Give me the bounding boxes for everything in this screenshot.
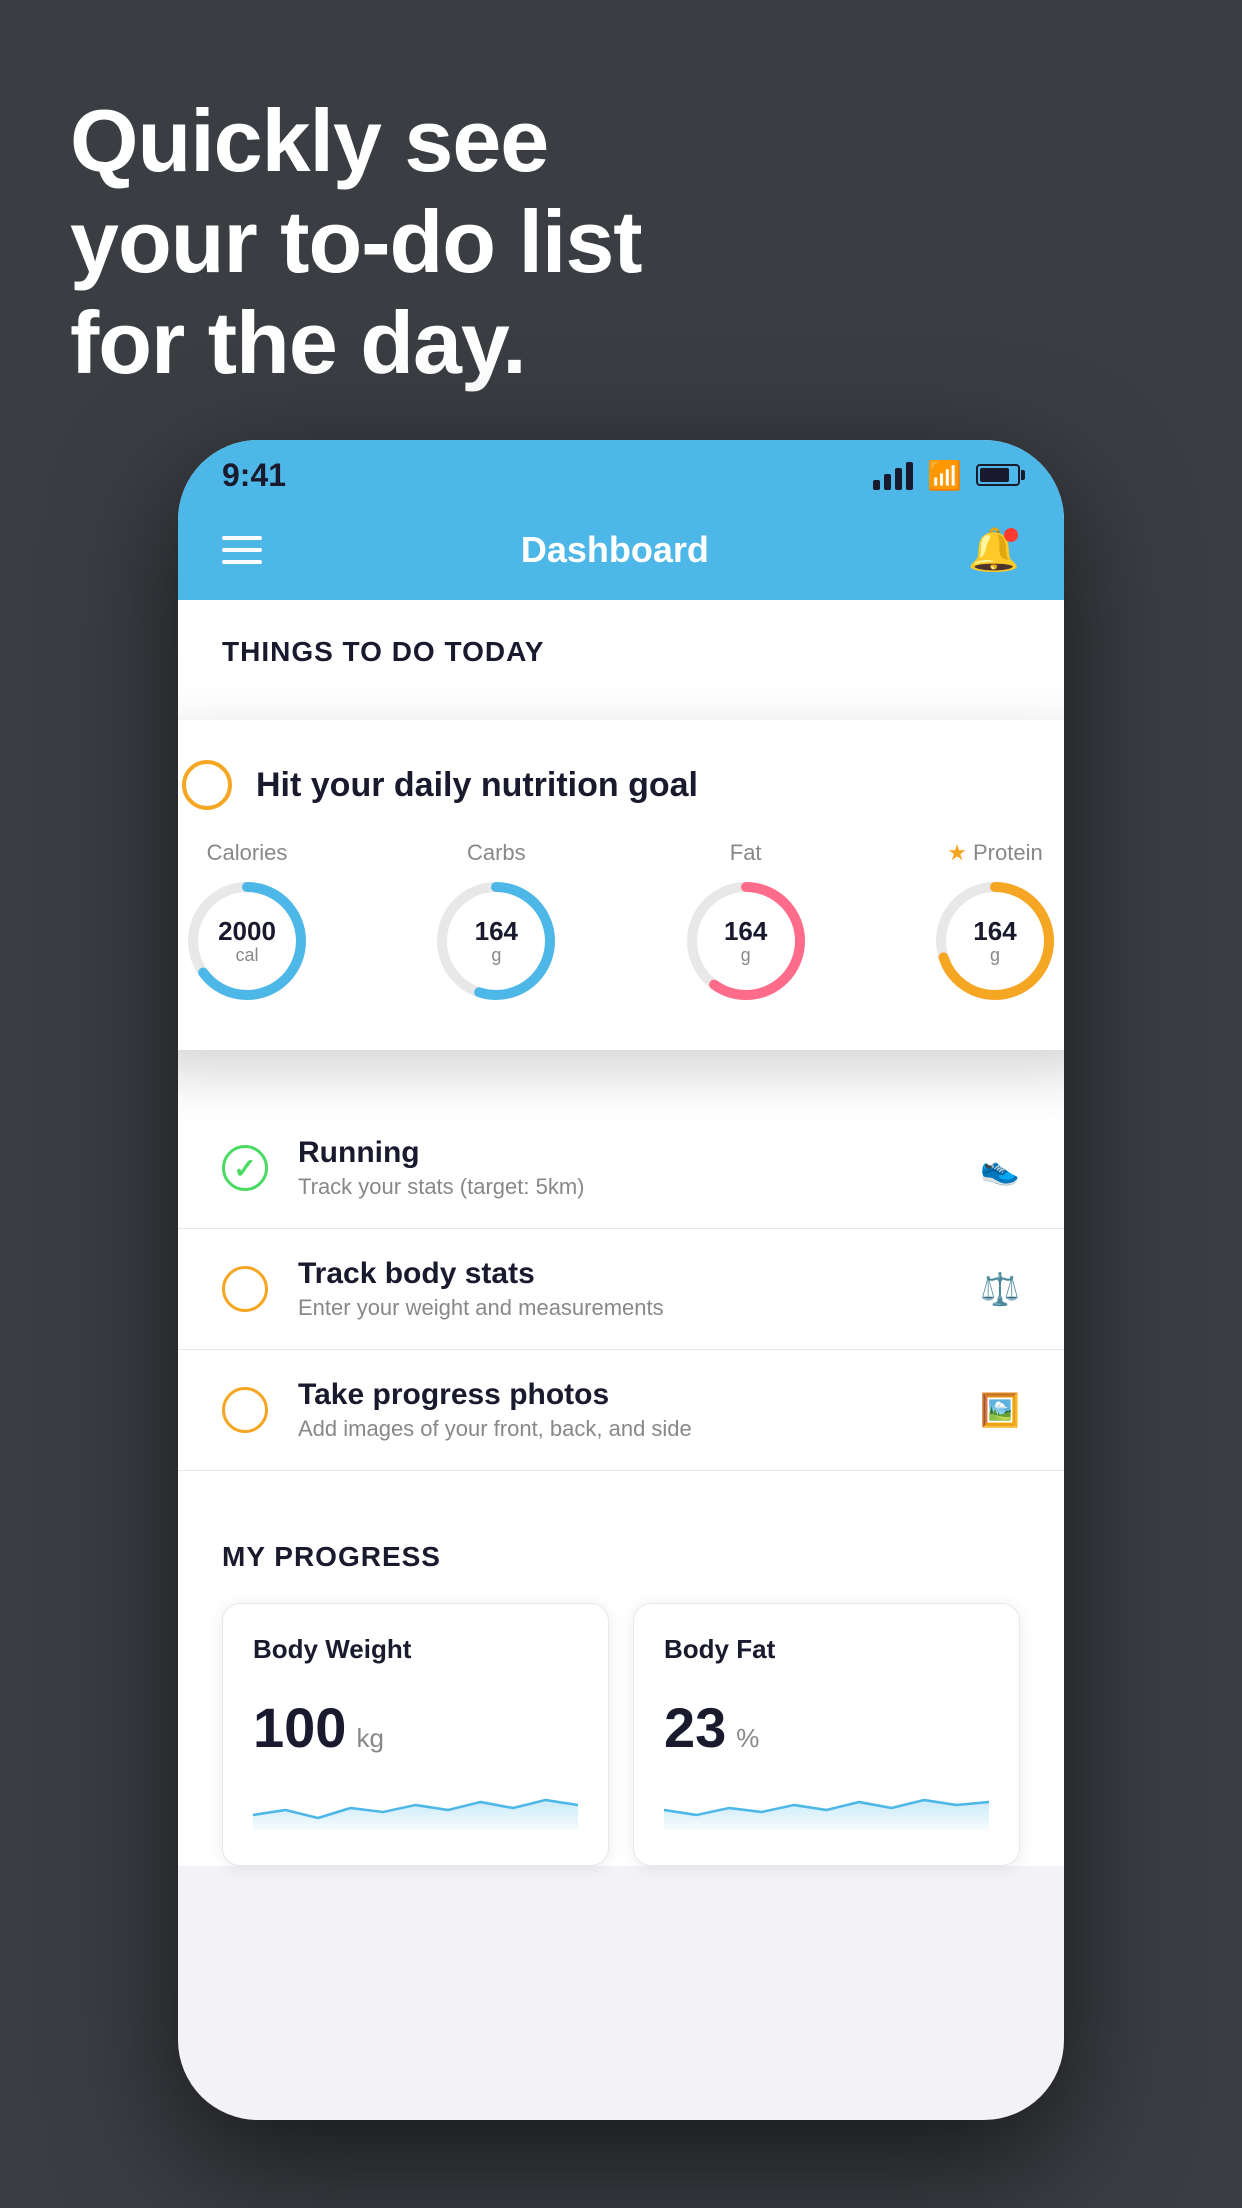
nutrition-item-carbs: Carbs 164 g: [431, 840, 561, 1006]
todo-main-text: Running: [298, 1136, 950, 1170]
star-icon: ★: [947, 840, 967, 866]
donut-value: 164: [475, 917, 518, 946]
todo-list: ✓ Running Track your stats (target: 5km)…: [178, 1108, 1064, 1471]
progress-unit: kg: [356, 1723, 383, 1754]
todo-item-0[interactable]: ✓ Running Track your stats (target: 5km)…: [178, 1108, 1064, 1229]
nutrition-check-circle[interactable]: [182, 760, 232, 810]
notification-button[interactable]: 🔔: [968, 526, 1020, 575]
sparkline-chart: [253, 1780, 578, 1830]
wifi-icon: 📶: [927, 459, 962, 492]
todo-circle[interactable]: ✓: [222, 1145, 268, 1191]
donut-protein: 164 g: [930, 876, 1060, 1006]
donut-unit: cal: [218, 945, 276, 965]
donut-unit: g: [724, 945, 767, 965]
nutrition-label-calories: Calories: [207, 840, 288, 866]
todo-sub-text: Enter your weight and measurements: [298, 1295, 950, 1321]
progress-value: 23: [664, 1695, 726, 1760]
nutrition-item-fat: Fat 164 g: [681, 840, 811, 1006]
progress-card-body-weight[interactable]: Body Weight 100 kg: [222, 1603, 609, 1866]
menu-button[interactable]: [222, 536, 262, 564]
photo-icon: 🖼️: [980, 1391, 1020, 1429]
donut-value: 164: [973, 917, 1016, 946]
donut-value: 2000: [218, 917, 276, 946]
main-content: THINGS TO DO TODAY Hit your daily nutrit…: [178, 600, 1064, 1866]
check-icon: ✓: [233, 1152, 256, 1185]
progress-card-title: Body Fat: [664, 1634, 989, 1665]
headline-line2: your to-do list: [70, 191, 642, 292]
donut-carbs: 164 g: [431, 876, 561, 1006]
things-section-header: THINGS TO DO TODAY: [178, 600, 1064, 688]
nutrition-label-carbs: Carbs: [467, 840, 526, 866]
donut-center: 2000 cal: [218, 917, 276, 965]
headline-line1: Quickly see: [70, 90, 642, 191]
phone-frame: 9:41 📶 Dashboard 🔔 THINGS TO DO TOD: [178, 440, 1064, 2120]
progress-section-title: MY PROGRESS: [222, 1541, 1020, 1573]
progress-unit: %: [736, 1723, 759, 1754]
donut-center: 164 g: [475, 917, 518, 965]
progress-cards: Body Weight 100 kg Body Fat 23 %: [222, 1603, 1020, 1866]
headline-line3: for the day.: [70, 292, 642, 393]
todo-circle[interactable]: [222, 1266, 268, 1312]
status-bar: 9:41 📶: [178, 440, 1064, 510]
donut-calories: 2000 cal: [182, 876, 312, 1006]
headline: Quickly see your to-do list for the day.: [70, 90, 642, 394]
donut-fat: 164 g: [681, 876, 811, 1006]
nutrition-card-title: Hit your daily nutrition goal: [256, 766, 698, 805]
todo-text: Take progress photos Add images of your …: [298, 1378, 950, 1442]
todo-item-1[interactable]: Track body stats Enter your weight and m…: [178, 1229, 1064, 1350]
progress-section: MY PROGRESS Body Weight 100 kg Body Fat …: [178, 1501, 1064, 1866]
todo-text: Track body stats Enter your weight and m…: [298, 1257, 950, 1321]
status-time: 9:41: [222, 457, 286, 494]
nav-bar: Dashboard 🔔: [178, 510, 1064, 600]
progress-value-row: 23 %: [664, 1695, 989, 1760]
donut-unit: g: [475, 945, 518, 965]
nutrition-row: Calories 2000 cal Carbs 164 g: [182, 840, 1060, 1006]
donut-center: 164 g: [973, 917, 1016, 965]
card-title-row: Hit your daily nutrition goal: [182, 760, 1060, 810]
nutrition-label-protein: ★ Protein: [947, 840, 1042, 866]
todo-sub-text: Track your stats (target: 5km): [298, 1174, 950, 1200]
notification-badge: [1004, 528, 1018, 542]
nutrition-card: Hit your daily nutrition goal Calories 2…: [178, 720, 1064, 1050]
todo-circle[interactable]: [222, 1387, 268, 1433]
progress-card-title: Body Weight: [253, 1634, 578, 1665]
sparkline-chart: [664, 1780, 989, 1830]
nutrition-item-protein: ★ Protein 164 g: [930, 840, 1060, 1006]
todo-sub-text: Add images of your front, back, and side: [298, 1416, 950, 1442]
running-icon: 👟: [980, 1149, 1020, 1187]
todo-item-2[interactable]: Take progress photos Add images of your …: [178, 1350, 1064, 1471]
todo-main-text: Track body stats: [298, 1257, 950, 1291]
progress-card-body-fat[interactable]: Body Fat 23 %: [633, 1603, 1020, 1866]
progress-value-row: 100 kg: [253, 1695, 578, 1760]
signal-icon: [873, 460, 913, 490]
progress-value: 100: [253, 1695, 346, 1760]
scale-icon: ⚖️: [980, 1270, 1020, 1308]
todo-text: Running Track your stats (target: 5km): [298, 1136, 950, 1200]
nutrition-item-calories: Calories 2000 cal: [182, 840, 312, 1006]
nav-title: Dashboard: [521, 529, 709, 571]
donut-unit: g: [973, 945, 1016, 965]
todo-main-text: Take progress photos: [298, 1378, 950, 1412]
donut-value: 164: [724, 917, 767, 946]
battery-icon: [976, 464, 1020, 486]
donut-center: 164 g: [724, 917, 767, 965]
status-icons: 📶: [873, 459, 1020, 492]
nutrition-label-fat: Fat: [730, 840, 762, 866]
